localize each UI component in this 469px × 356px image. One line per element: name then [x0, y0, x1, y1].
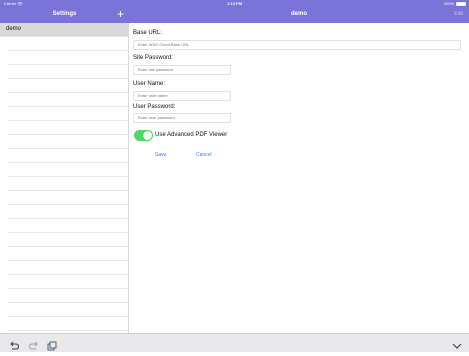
header-bar: Carrier 1:13 PM 100% Settings + demo Edi…	[0, 0, 469, 23]
wifi-icon	[17, 1, 24, 6]
sidebar-item-label: demo	[6, 26, 22, 32]
empty-row	[8, 261, 128, 275]
save-button[interactable]: Save	[155, 152, 166, 158]
chevron-down-icon[interactable]	[451, 338, 463, 349]
user-name-input[interactable]	[133, 91, 231, 101]
user-name-label: User Name:	[133, 81, 166, 87]
carrier-text: Carrier	[4, 1, 17, 6]
empty-row	[8, 135, 128, 149]
empty-row	[8, 205, 128, 219]
advanced-pdf-toggle[interactable]	[134, 130, 153, 141]
empty-row	[8, 275, 128, 289]
empty-row	[8, 79, 128, 93]
site-password-input[interactable]	[133, 65, 231, 75]
cancel-button[interactable]: Cancel	[196, 152, 212, 158]
base-url-label: Base URL:	[133, 30, 163, 36]
empty-row	[8, 149, 128, 163]
empty-row	[8, 121, 128, 135]
empty-row	[8, 51, 128, 65]
site-password-label: Site Password:	[133, 55, 174, 61]
battery-icon	[456, 1, 466, 6]
time-label: 1:13 PM	[226, 1, 243, 6]
navigation-bar: Settings + demo Edit	[0, 7, 469, 23]
empty-row	[8, 247, 128, 261]
toggle-knob	[143, 131, 152, 140]
redo-icon[interactable]	[28, 338, 40, 350]
empty-row	[8, 177, 128, 191]
empty-row	[8, 233, 128, 247]
settings-form: Base URL: Site Password: User Name: User…	[129, 23, 469, 333]
empty-row	[8, 93, 128, 107]
base-url-input[interactable]	[133, 40, 461, 50]
empty-row	[8, 37, 128, 51]
undo-icon[interactable]	[8, 338, 20, 350]
battery-fill	[457, 2, 465, 5]
battery-text: 100%	[443, 1, 454, 6]
empty-row	[8, 191, 128, 205]
bottom-toolbar	[0, 333, 469, 352]
sidebar-title: Settings	[52, 11, 77, 17]
empty-row	[8, 219, 128, 233]
detail-title: demo	[290, 11, 307, 17]
sidebar-item-demo[interactable]: demo	[0, 23, 128, 37]
sidebar-list[interactable]: demo	[0, 23, 129, 333]
empty-row	[8, 289, 128, 303]
add-button[interactable]: +	[117, 8, 124, 20]
carrier-label: Carrier	[4, 0, 24, 7]
user-password-label: User Password:	[133, 104, 176, 110]
clipboard-icon[interactable]	[46, 338, 58, 351]
empty-row	[8, 303, 128, 317]
empty-row	[8, 107, 128, 121]
empty-row	[8, 163, 128, 177]
battery-indicator: 100%	[444, 0, 466, 7]
empty-row	[8, 317, 128, 331]
edit-button[interactable]: Edit	[454, 11, 463, 17]
empty-row	[8, 65, 128, 79]
advanced-pdf-label: Use Advanced PDF Viewer	[155, 132, 228, 138]
status-bar: Carrier 1:13 PM 100%	[0, 0, 469, 7]
user-password-input[interactable]	[133, 113, 231, 123]
